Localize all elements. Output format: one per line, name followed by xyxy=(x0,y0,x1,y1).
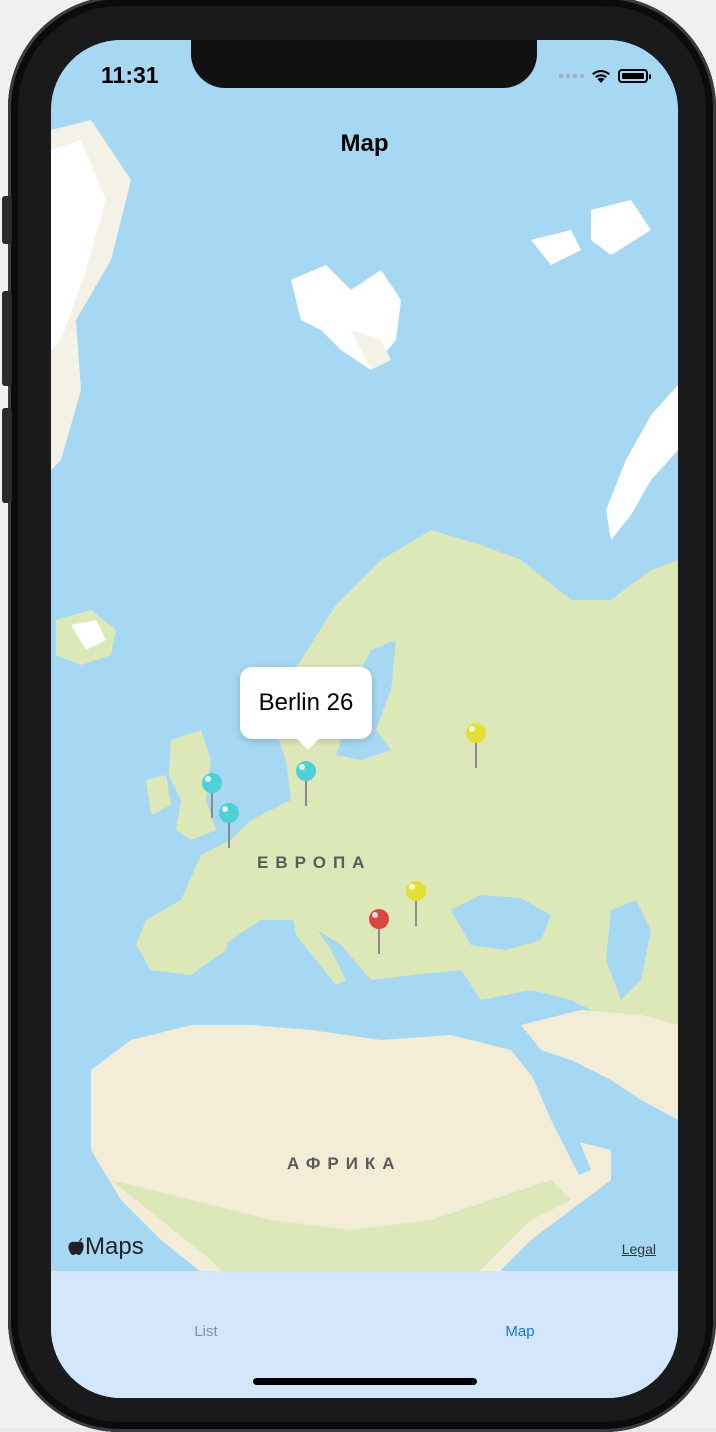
tab-map[interactable]: Map xyxy=(460,1323,580,1340)
legal-link[interactable]: Legal xyxy=(622,1241,656,1257)
home-indicator[interactable] xyxy=(253,1378,477,1385)
wifi-icon xyxy=(592,69,610,83)
status-icons xyxy=(559,66,651,86)
tab-list[interactable]: List xyxy=(146,1323,266,1340)
map-callout[interactable]: Berlin 26 xyxy=(240,667,372,750)
device-notch xyxy=(191,40,537,88)
map-pin[interactable] xyxy=(367,908,391,956)
battery-icon xyxy=(618,69,651,83)
map-label-africa: АФРИКА xyxy=(287,1154,402,1173)
status-time: 11:31 xyxy=(101,62,159,88)
volume-down-button xyxy=(2,408,12,503)
apple-maps-attribution[interactable]: Maps xyxy=(67,1233,144,1261)
map-label-europe: ЕВРОПА xyxy=(257,853,372,872)
silent-switch xyxy=(2,196,12,244)
map-pin[interactable] xyxy=(217,802,241,850)
cellular-signal-icon xyxy=(559,74,584,78)
maps-attribution-label: Maps xyxy=(85,1233,144,1260)
volume-up-button xyxy=(2,291,12,386)
status-bar: 11:31 xyxy=(51,40,678,110)
map-pin-berlin[interactable] xyxy=(294,760,318,808)
map-pin[interactable] xyxy=(404,880,428,928)
apple-logo-icon xyxy=(68,1238,84,1255)
screen: Berlin 26 ЕВРОПА АФРИКА Maps Legal Map 1… xyxy=(51,40,678,1398)
page-title: Map xyxy=(340,130,389,157)
map-pin[interactable] xyxy=(464,722,488,770)
